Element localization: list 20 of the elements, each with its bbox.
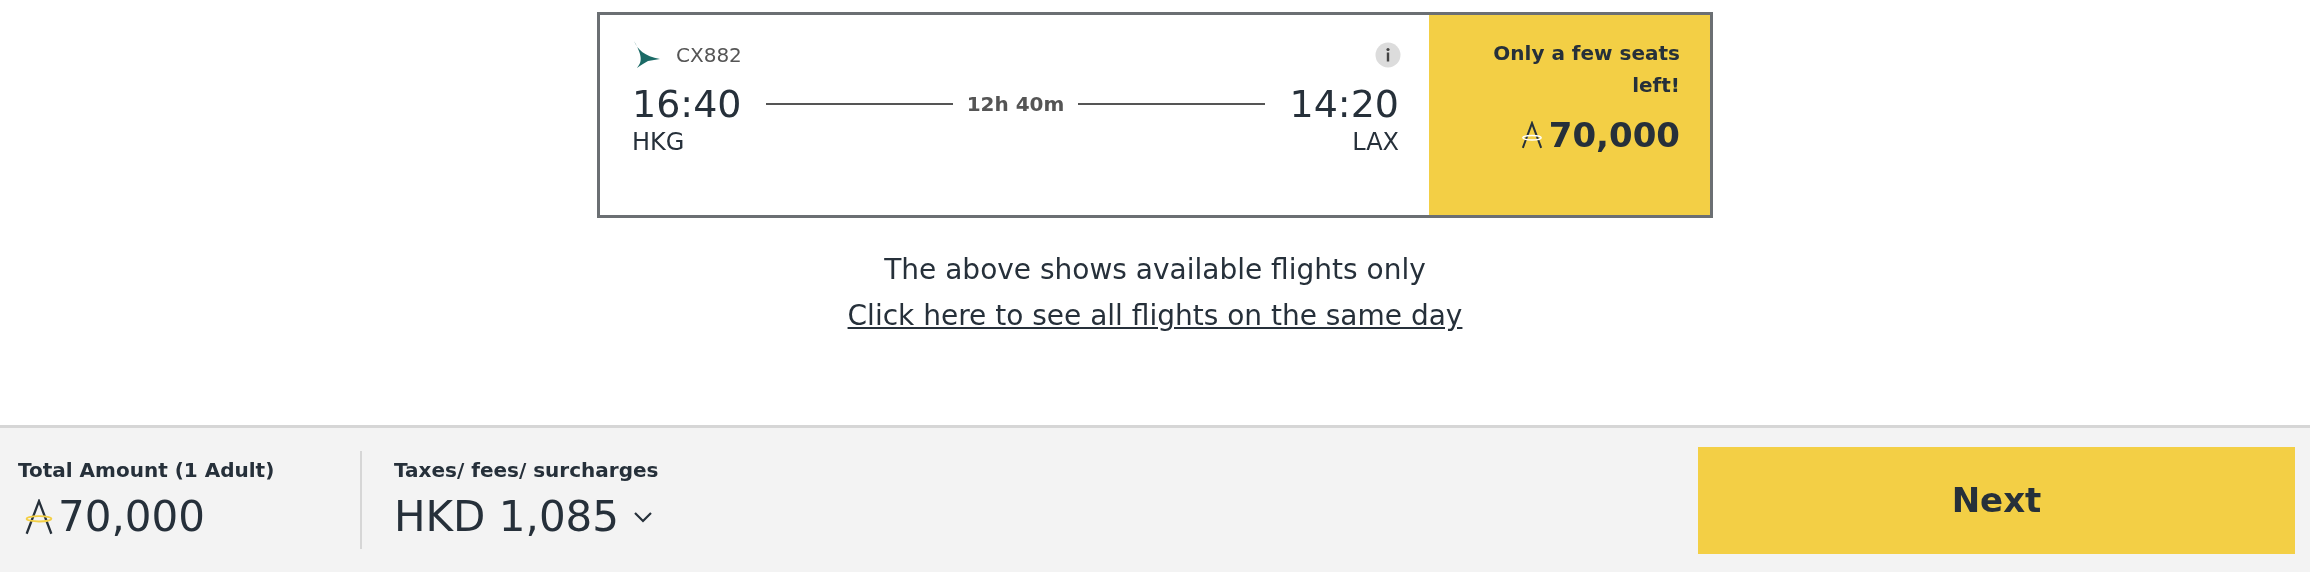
info-icon[interactable] xyxy=(1375,42,1401,68)
taxes-label: Taxes/ fees/ surcharges xyxy=(394,457,659,483)
arrival-time: 14:20 xyxy=(1289,81,1399,127)
miles-icon xyxy=(24,499,54,535)
departure-time: 16:40 xyxy=(632,81,742,127)
departure-airport: HKG xyxy=(632,127,686,157)
total-amount-value: 70,000 xyxy=(58,491,205,543)
flight-number: CX882 xyxy=(676,43,742,67)
flight-card[interactable]: CX882 16:40 HKG 12h 40m 14:20 LAX Only a few seats left! 70,000 xyxy=(597,12,1713,218)
total-amount-label: Total Amount (1 Adult) xyxy=(18,457,276,483)
miles-icon xyxy=(1520,121,1543,149)
next-button[interactable]: Next xyxy=(1698,446,2295,554)
arrival-airport: LAX xyxy=(1352,127,1399,157)
notice-text: The above shows available flights only xyxy=(884,252,1426,288)
fare-price: 70,000 xyxy=(1548,115,1680,155)
all-flights-link[interactable]: Click here to see all flights on the same day xyxy=(847,298,1463,334)
taxes-dropdown[interactable]: HKD 1,085 xyxy=(394,491,659,543)
seat-availability: Only a few seats left! xyxy=(1492,40,1680,99)
chevron-down-icon xyxy=(633,511,654,523)
flight-duration: 12h 40m xyxy=(966,92,1065,116)
